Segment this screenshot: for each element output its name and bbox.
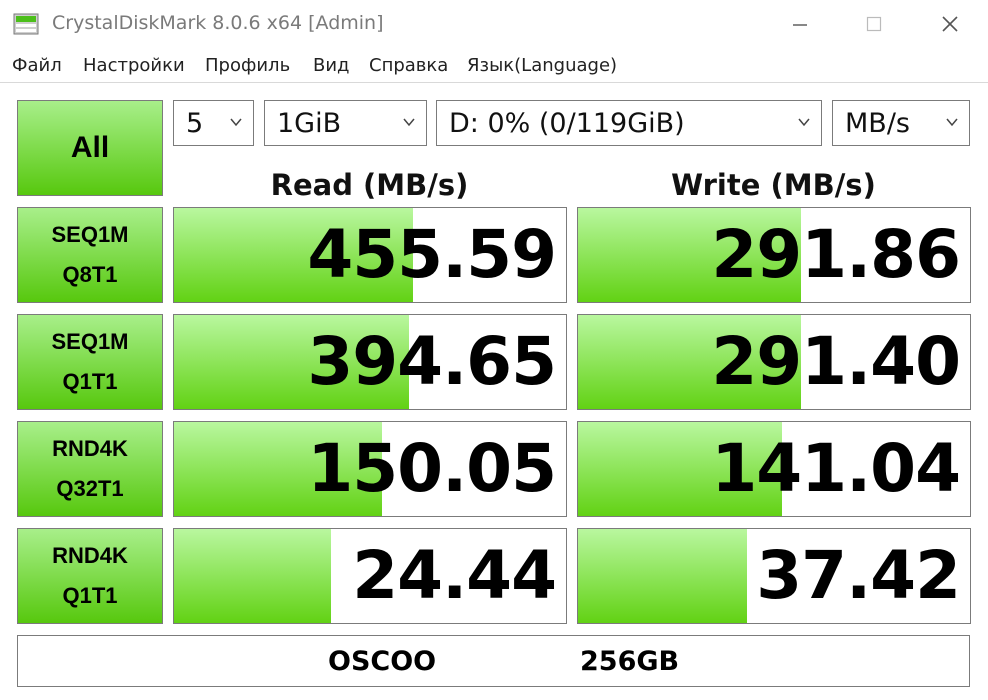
read-result-value: 455.59 xyxy=(307,216,557,293)
disk-icon xyxy=(13,13,39,35)
read-result-cell: 24.44 xyxy=(173,528,567,624)
minimize-icon xyxy=(793,24,807,26)
read-result-cell: 394.65 xyxy=(173,314,567,410)
maximize-button[interactable] xyxy=(850,6,898,42)
menu-view[interactable]: Вид xyxy=(313,55,350,76)
unit-select[interactable]: MB/s xyxy=(832,100,970,146)
read-result-bar xyxy=(174,529,331,623)
window-title: CrystalDiskMark 8.0.6 x64 [Admin] xyxy=(52,12,384,34)
drive-model: OSCOO xyxy=(328,646,437,677)
count-value: 5 xyxy=(186,107,204,139)
all-button[interactable]: All xyxy=(17,100,163,196)
test-label-line2: Q8T1 xyxy=(62,262,118,287)
read-header: Read (MB/s) xyxy=(270,168,469,202)
close-icon xyxy=(942,16,958,32)
chevron-down-icon xyxy=(230,118,242,127)
menu-bar: Файл Настройки Профиль Вид Справка Язык(… xyxy=(0,50,988,82)
read-result-cell: 455.59 xyxy=(173,207,567,303)
write-result-bar xyxy=(578,529,747,623)
write-header: Write (MB/s) xyxy=(671,168,876,202)
menu-settings[interactable]: Настройки xyxy=(83,55,185,76)
write-result-value: 291.86 xyxy=(711,216,961,293)
write-result-value: 291.40 xyxy=(711,323,961,400)
size-value: 1GiB xyxy=(277,107,342,139)
test-label-line2: Q32T1 xyxy=(56,476,124,501)
maximize-icon xyxy=(866,16,882,32)
chevron-down-icon xyxy=(403,118,415,127)
write-result-value: 141.04 xyxy=(711,430,961,507)
menu-help[interactable]: Справка xyxy=(369,55,448,76)
close-button[interactable] xyxy=(926,6,974,42)
menu-separator xyxy=(0,82,988,83)
test-label-line1: RND4K xyxy=(52,436,128,461)
test-label-line2: Q1T1 xyxy=(62,369,118,394)
test-button-rnd4k-q1t1[interactable]: RND4K Q1T1 xyxy=(17,528,163,624)
drive-value: D: 0% (0/119GiB) xyxy=(449,107,685,139)
menu-profile[interactable]: Профиль xyxy=(205,55,290,76)
chevron-down-icon xyxy=(946,118,958,127)
test-label-line1: SEQ1M xyxy=(51,222,129,247)
write-result-cell: 291.40 xyxy=(577,314,971,410)
drive-capacity: 256GB xyxy=(580,646,680,677)
minimize-button[interactable] xyxy=(776,6,824,42)
test-button-seq1m-q1t1[interactable]: SEQ1M Q1T1 xyxy=(17,314,163,410)
drive-select[interactable]: D: 0% (0/119GiB) xyxy=(436,100,822,146)
size-select[interactable]: 1GiB xyxy=(264,100,427,146)
test-button-seq1m-q8t1[interactable]: SEQ1M Q8T1 xyxy=(17,207,163,303)
drive-info-bar: OSCOO 256GB xyxy=(17,635,970,687)
count-select[interactable]: 5 xyxy=(173,100,254,146)
menu-file[interactable]: Файл xyxy=(12,55,62,76)
chevron-down-icon xyxy=(798,118,810,127)
test-label-line1: RND4K xyxy=(52,543,128,568)
test-label-line2: Q1T1 xyxy=(62,583,118,608)
write-result-cell: 141.04 xyxy=(577,421,971,517)
read-result-cell: 150.05 xyxy=(173,421,567,517)
write-result-cell: 291.86 xyxy=(577,207,971,303)
write-result-value: 37.42 xyxy=(756,537,961,614)
title-bar: CrystalDiskMark 8.0.6 x64 [Admin] xyxy=(0,0,988,48)
read-result-value: 24.44 xyxy=(352,537,557,614)
test-label-line1: SEQ1M xyxy=(51,329,129,354)
menu-language[interactable]: Язык(Language) xyxy=(467,55,617,76)
write-result-cell: 37.42 xyxy=(577,528,971,624)
test-button-rnd4k-q32t1[interactable]: RND4K Q32T1 xyxy=(17,421,163,517)
read-result-value: 394.65 xyxy=(307,323,557,400)
unit-value: MB/s xyxy=(845,107,910,139)
read-result-value: 150.05 xyxy=(307,430,557,507)
